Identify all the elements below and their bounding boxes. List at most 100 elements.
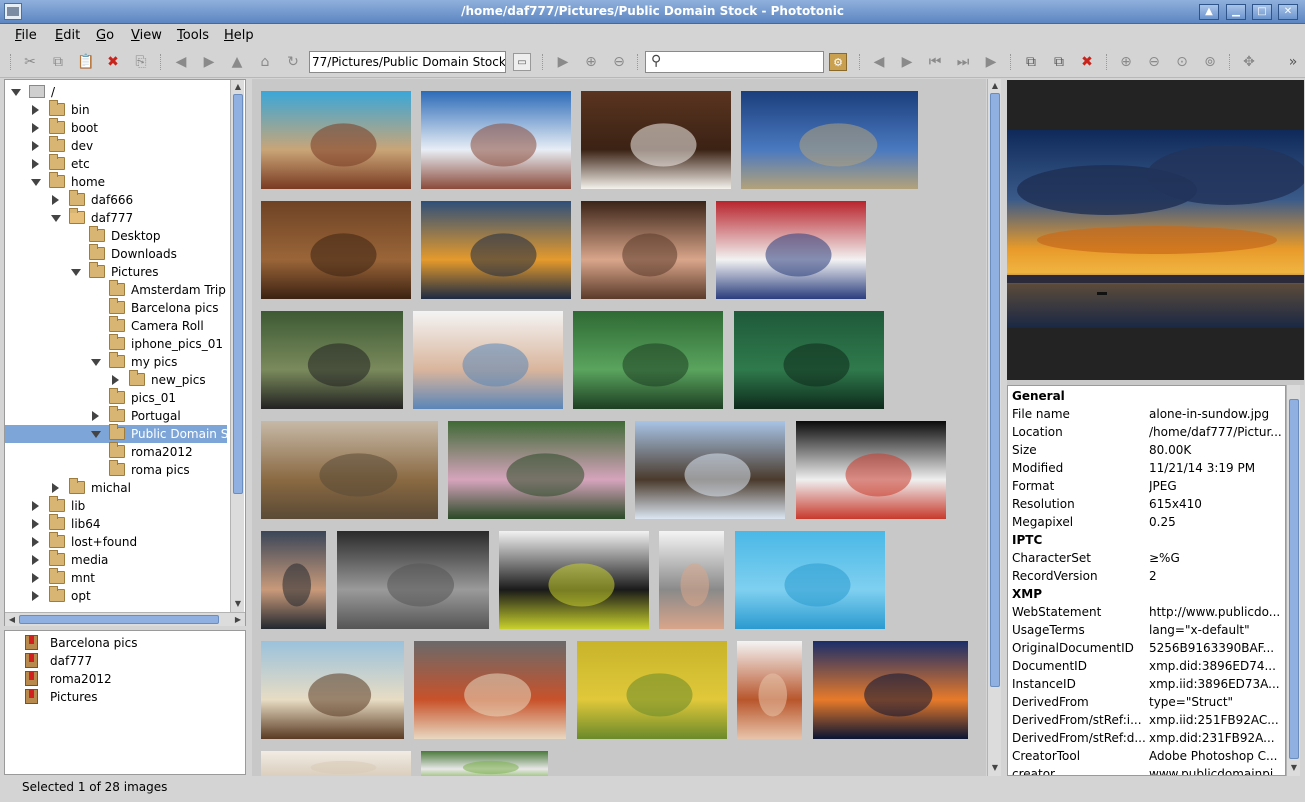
bookmark-item[interactable]: daf777	[25, 652, 225, 670]
thumbnail-parliament[interactable]	[261, 421, 438, 519]
tree-item-downloads[interactable]: Downloads	[5, 244, 231, 263]
rotate-icon[interactable]: ✥	[1240, 53, 1258, 71]
cut-icon[interactable]: ✂	[21, 53, 39, 71]
scroll-left-icon[interactable]: ◀	[5, 613, 19, 627]
scroll-up-icon[interactable]: ▲	[988, 79, 1002, 93]
reset-zoom-icon[interactable]: ⊖	[1145, 53, 1163, 71]
search-input[interactable]: ⚲	[645, 51, 824, 73]
scroll-thumb[interactable]	[990, 93, 1000, 687]
collapse-arrow-icon[interactable]	[32, 555, 39, 565]
fit-icon[interactable]: ⊙	[1173, 53, 1191, 71]
window-close-button[interactable]: ✕	[1278, 4, 1298, 20]
bookmark-item[interactable]: Pictures	[25, 688, 225, 706]
tree-item-media[interactable]: media	[5, 550, 231, 569]
tree-item-iphone-pics-01[interactable]: iphone_pics_01	[5, 334, 231, 353]
back-icon[interactable]: ◀	[172, 53, 190, 71]
tree-item-amsterdam-trip[interactable]: Amsterdam Trip	[5, 280, 231, 299]
expand-arrow-icon[interactable]	[31, 179, 41, 186]
collapse-arrow-icon[interactable]	[32, 591, 39, 601]
delete-icon[interactable]: ✖	[104, 53, 122, 71]
copy-to-icon[interactable]: ⧉	[1022, 53, 1040, 71]
collapse-arrow-icon[interactable]	[32, 501, 39, 511]
original-size-icon[interactable]: ⊚	[1201, 53, 1219, 71]
info-vertical-scrollbar[interactable]: ▼	[1286, 385, 1300, 776]
tree-item-home[interactable]: home	[5, 172, 231, 191]
thumbnail-wind-turbines[interactable]	[741, 91, 918, 189]
window-up-button[interactable]: ▲	[1199, 4, 1219, 20]
expand-arrow-icon[interactable]	[91, 359, 101, 366]
copy-icon[interactable]: ⧉	[49, 53, 67, 71]
tree-item-daf666[interactable]: daf666	[5, 190, 231, 209]
tree-item-portugal[interactable]: Portugal	[5, 406, 231, 425]
expand-arrow-icon[interactable]	[51, 215, 61, 222]
tree-item-roma-pics[interactable]: roma pics	[5, 460, 231, 479]
menu-tools[interactable]: Tools	[177, 28, 209, 43]
expand-arrow-icon[interactable]	[91, 431, 101, 438]
home-icon[interactable]: ⌂	[256, 53, 274, 71]
zoom-out-icon[interactable]: ⊖	[610, 53, 628, 71]
scroll-up-icon[interactable]: ▲	[231, 80, 245, 94]
tree-horizontal-scrollbar[interactable]: ◀ ▶	[5, 612, 245, 626]
collapse-arrow-icon[interactable]	[92, 411, 99, 421]
collapse-arrow-icon[interactable]	[32, 105, 39, 115]
menu-go[interactable]: Go	[96, 28, 114, 43]
scroll-down-icon[interactable]: ▼	[1287, 761, 1301, 775]
scroll-right-icon[interactable]: ▶	[231, 613, 245, 627]
play-icon[interactable]: ▶	[982, 53, 1000, 71]
collapse-arrow-icon[interactable]	[52, 483, 59, 493]
forward-icon[interactable]: ▶	[200, 53, 218, 71]
thumbnail-woman-dress[interactable]	[659, 531, 724, 629]
collapse-arrow-icon[interactable]	[32, 519, 39, 529]
tree-item-lib64[interactable]: lib64	[5, 514, 231, 533]
thumbnail-pelican[interactable]	[635, 421, 785, 519]
thumbnail-tree-barrel[interactable]	[414, 641, 566, 739]
last-image-icon[interactable]: ⏭	[954, 53, 972, 71]
thumbnail-american-flag[interactable]	[716, 201, 866, 299]
thumbnail-sunset-clouds[interactable]	[421, 201, 571, 299]
bookmark-item[interactable]: roma2012	[25, 670, 225, 688]
collapse-arrow-icon[interactable]	[112, 375, 119, 385]
toolbar-more-icon[interactable]: »	[1284, 53, 1302, 71]
menu-view[interactable]: View	[131, 28, 162, 43]
next-image-icon[interactable]: ▶	[898, 53, 916, 71]
collapse-arrow-icon[interactable]	[32, 537, 39, 547]
tree-item-mnt[interactable]: mnt	[5, 568, 231, 587]
tree-vertical-scrollbar[interactable]: ▲ ▼	[230, 80, 244, 612]
thumbnail-pink-flowers[interactable]	[448, 421, 625, 519]
thumbnail-fisherman-sunset[interactable]	[813, 641, 968, 739]
tree-item-[interactable]: /	[5, 83, 231, 101]
tree-item-lib[interactable]: lib	[5, 496, 231, 515]
thumbnail-green-leaves[interactable]	[573, 311, 723, 409]
first-image-icon[interactable]: ⏮	[926, 53, 944, 71]
remove-icon[interactable]: ✖	[1078, 53, 1096, 71]
collapse-arrow-icon[interactable]	[32, 123, 39, 133]
bookmark-item[interactable]: Barcelona pics	[25, 634, 225, 652]
zoom-icon[interactable]: ⊕	[1117, 53, 1135, 71]
menu-file[interactable]: File	[15, 28, 37, 43]
slideshow-icon[interactable]: ▶	[554, 53, 572, 71]
tree-item-boot[interactable]: boot	[5, 118, 231, 137]
thumbnail-skateboard-wheels[interactable]	[499, 531, 649, 629]
tree-item-michal[interactable]: michal	[5, 478, 231, 497]
tree-item-dev[interactable]: dev	[5, 136, 231, 155]
thumbnail-partial-2[interactable]	[421, 751, 548, 776]
thumbnail-coffee-beans[interactable]	[261, 201, 411, 299]
thumbnail-partial-1[interactable]	[261, 751, 411, 776]
paste-icon[interactable]: 📋	[77, 53, 95, 71]
image-preview[interactable]	[1007, 80, 1305, 380]
thumbnail-family-photo[interactable]	[413, 311, 563, 409]
scroll-thumb[interactable]	[233, 94, 243, 494]
scroll-down-icon[interactable]: ▼	[988, 761, 1002, 775]
menu-help[interactable]: Help	[224, 28, 254, 43]
tree-item-etc[interactable]: etc	[5, 154, 231, 173]
thumbnail-wooden-boat[interactable]	[261, 641, 404, 739]
tree-item-pics-01[interactable]: pics_01	[5, 388, 231, 407]
scroll-thumb[interactable]	[1289, 399, 1299, 759]
path-input[interactable]: 77/Pictures/Public Domain Stock	[309, 51, 506, 73]
save-icon[interactable]: ⎘	[132, 53, 150, 71]
tree-item-opt[interactable]: opt	[5, 586, 231, 605]
tree-item-public-domain-s[interactable]: Public Domain S	[5, 424, 231, 443]
tree-item-roma2012[interactable]: roma2012	[5, 442, 231, 461]
tree-item-bin[interactable]: bin	[5, 100, 231, 119]
tree-item-camera-roll[interactable]: Camera Roll	[5, 316, 231, 335]
